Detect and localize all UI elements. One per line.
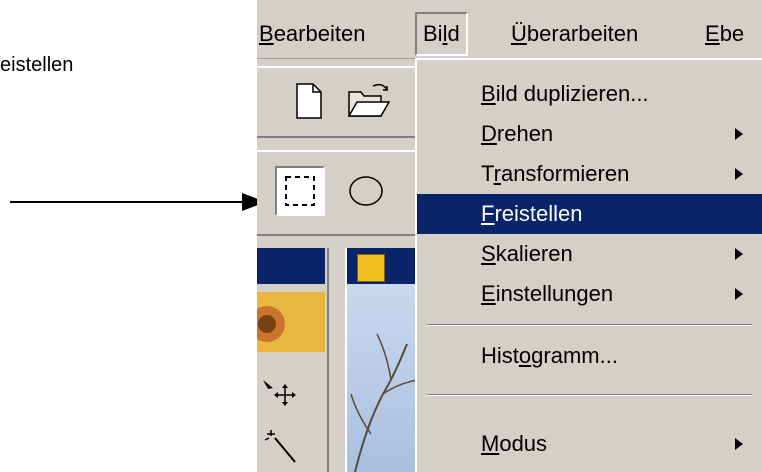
document-icon	[357, 254, 385, 282]
menu-item-histogramm-mnemonic: o	[518, 343, 532, 368]
menu-separator	[427, 324, 752, 326]
menu-item-drehen[interactable]: Drehen	[417, 114, 762, 154]
tool-panel	[257, 248, 329, 472]
menu-bearbeiten-mnemonic: B	[259, 21, 274, 46]
menu-ueberarbeiten[interactable]: Überarbeiten	[511, 12, 638, 56]
menu-item-histogramm[interactable]: Histogramm...	[417, 336, 762, 376]
menu-item-freistellen-label: reistellen	[494, 201, 583, 226]
submenu-arrow-icon	[735, 128, 743, 140]
menu-bild[interactable]: Bild	[415, 12, 468, 56]
menu-bar: Bearbeiten Bild Überarbeiten Ebe	[257, 0, 762, 59]
menu-item-skalieren[interactable]: Skalieren	[417, 234, 762, 274]
menu-bild-label-start: Bi	[423, 21, 443, 46]
menu-item-einstellungen-mnemonic: E	[481, 281, 496, 306]
menu-ueberarbeiten-label: berarbeiten	[526, 21, 639, 46]
menu-item-transformieren-label-start: T	[481, 161, 494, 186]
submenu-arrow-icon	[735, 438, 743, 450]
ellipse-marquee-icon[interactable]	[341, 166, 391, 216]
menu-item-skalieren-label: kalieren	[495, 241, 573, 266]
new-document-icon[interactable]	[283, 76, 333, 126]
file-toolbar	[257, 66, 417, 138]
menu-item-modus[interactable]: Modus	[417, 424, 762, 464]
menu-item-skalieren-mnemonic: S	[481, 241, 496, 266]
selection-toolbar	[257, 150, 417, 236]
menu-item-transformieren-label-end: ansformieren	[500, 161, 630, 186]
pointer-arrow-icon	[10, 193, 266, 211]
menu-item-freistellen[interactable]: Freistellen	[417, 194, 762, 234]
menu-ueberarbeiten-mnemonic: Ü	[511, 21, 527, 46]
menu-item-histogramm-label-end: gramm...	[531, 343, 618, 368]
menu-bearbeiten-label: earbeiten	[273, 21, 366, 46]
menu-ebene-mnemonic: E	[705, 21, 720, 46]
move-tool-icon[interactable]	[261, 378, 301, 413]
panel-titlebar	[257, 248, 325, 284]
menu-item-freistellen-mnemonic: F	[481, 201, 495, 226]
menu-ebene[interactable]: Ebe	[705, 12, 744, 56]
menu-item-transformieren[interactable]: Transformieren	[417, 154, 762, 194]
submenu-arrow-icon	[735, 248, 743, 260]
menu-item-modus-mnemonic: M	[481, 431, 500, 456]
menu-item-drehen-mnemonic: D	[481, 121, 497, 146]
menu-item-bild-duplizieren-mnemonic: B	[481, 81, 496, 106]
menu-separator	[427, 394, 752, 396]
menu-item-einstellungen[interactable]: Einstellungen	[417, 274, 762, 314]
submenu-arrow-icon	[735, 288, 743, 300]
menu-ebene-label: be	[719, 21, 745, 46]
menu-item-einstellungen-label: instellungen	[495, 281, 614, 306]
magic-wand-icon[interactable]	[261, 428, 301, 469]
rectangle-marquee-icon[interactable]	[275, 166, 325, 216]
sunflower-thumbnail	[257, 292, 325, 352]
menu-item-bild-duplizieren-label: ild duplizieren...	[495, 81, 649, 106]
menu-bearbeiten[interactable]: Bearbeiten	[259, 12, 365, 56]
submenu-arrow-icon	[735, 168, 743, 180]
menu-item-histogramm-label-start: Hist	[481, 343, 519, 368]
menu-item-transformieren-mnemonic: r	[493, 161, 501, 186]
open-folder-icon[interactable]	[343, 76, 393, 126]
menu-item-bild-duplizieren[interactable]: Bild duplizieren...	[417, 74, 762, 114]
bild-dropdown-menu: Bild duplizieren... Drehen Transformiere…	[415, 58, 762, 472]
menu-item-drehen-label: rehen	[496, 121, 554, 146]
menu-bild-label-end: d	[447, 21, 460, 46]
menu-item-modus-label: odus	[499, 431, 548, 456]
